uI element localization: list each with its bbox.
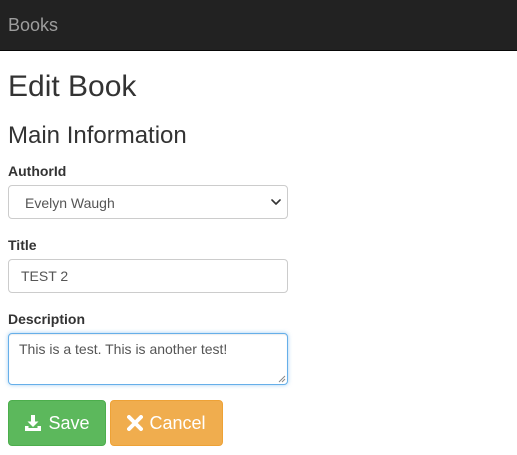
save-button-label: Save xyxy=(48,413,90,433)
navbar: Books xyxy=(0,0,517,51)
author-select[interactable]: Evelyn Waugh xyxy=(8,185,288,219)
save-button[interactable]: Save xyxy=(8,400,106,446)
author-select-value: Evelyn Waugh xyxy=(25,195,115,211)
chevron-down-icon xyxy=(271,199,281,205)
title-label: Title xyxy=(8,237,37,253)
author-label: AuthorId xyxy=(8,163,67,179)
close-icon xyxy=(127,415,144,431)
section-title: Main Information xyxy=(8,122,187,149)
navbar-brand[interactable]: Books xyxy=(8,15,58,35)
cancel-button[interactable]: Cancel xyxy=(110,400,223,446)
description-label: Description xyxy=(8,311,86,327)
title-input[interactable] xyxy=(8,259,288,293)
resize-grip-icon[interactable] xyxy=(276,373,286,383)
cancel-button-label: Cancel xyxy=(149,413,206,433)
description-textarea[interactable]: This is a test. This is another test! xyxy=(8,333,288,385)
page-title: Edit Book xyxy=(8,70,137,103)
download-icon xyxy=(25,415,42,431)
